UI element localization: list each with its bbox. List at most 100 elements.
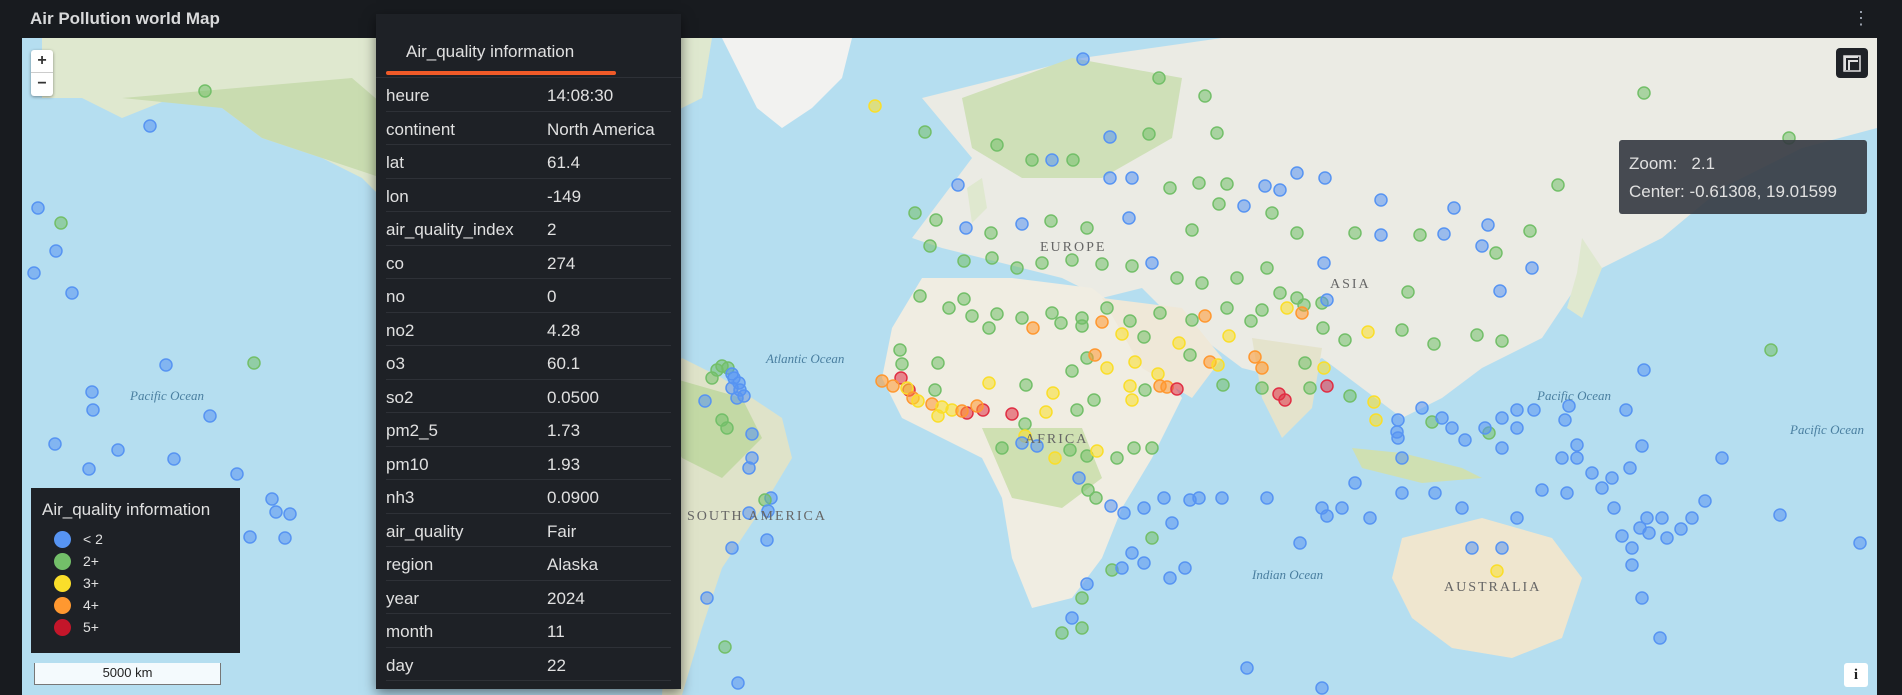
world-map[interactable]: EUROPE ASIA AFRICA SOUTH AMERICA AUSTRAL… bbox=[22, 38, 1877, 695]
zoom-out-button[interactable]: − bbox=[31, 73, 53, 96]
tooltip-key: pm2_5 bbox=[386, 421, 438, 440]
tooltip-value: 1.73 bbox=[547, 421, 581, 440]
panel-header: Air Pollution world Map ⋮ bbox=[0, 0, 1902, 38]
tooltip-value: 14:08:30 bbox=[547, 86, 614, 105]
tooltip-tab-indicator bbox=[386, 71, 616, 75]
tooltip-key: lat bbox=[386, 153, 404, 172]
zoom-label: Zoom: bbox=[1629, 154, 1678, 173]
tooltip-header: Air_quality information bbox=[376, 14, 681, 78]
tooltip-row: o3 60.1 bbox=[386, 346, 671, 380]
legend-item: < 2 bbox=[42, 528, 229, 550]
vertical-dots-icon[interactable]: ⋮ bbox=[1850, 8, 1872, 30]
legend-swatch bbox=[54, 618, 71, 636]
legend-swatch bbox=[54, 552, 71, 570]
tooltip-row: lon -149 bbox=[386, 179, 671, 212]
zoom-readout-row: Zoom: 2.1 bbox=[1629, 150, 1857, 178]
layer-switch-icon bbox=[1843, 55, 1861, 72]
tooltip-row: no 0 bbox=[386, 279, 671, 313]
tooltip-value: 11 bbox=[547, 622, 565, 641]
tooltip-title[interactable]: Air_quality information bbox=[406, 42, 574, 62]
tooltip-value: -149 bbox=[547, 186, 582, 206]
label-africa: AFRICA bbox=[1025, 432, 1088, 447]
tooltip-row: so2 0.0500 bbox=[386, 380, 671, 413]
tooltip-row: lat 61.4 bbox=[386, 145, 671, 179]
legend-label: 3+ bbox=[83, 575, 99, 591]
legend-swatch bbox=[54, 596, 71, 614]
zoom-control: + − bbox=[31, 50, 53, 96]
tooltip-value: 0.0900 bbox=[547, 488, 599, 507]
tooltip-rows: heure 14:08:30 continent North America lat 61… bbox=[376, 78, 681, 681]
layer-switch-button[interactable] bbox=[1836, 48, 1868, 78]
tooltip-key: day bbox=[386, 655, 414, 675]
tooltip-value: 2024 bbox=[547, 588, 585, 608]
label-atlantic-ocean: Atlantic Ocean bbox=[765, 351, 844, 366]
tooltip-value: Fair bbox=[547, 521, 577, 541]
tooltip-row: pm10 1.93 bbox=[386, 447, 671, 480]
legend-label: < 2 bbox=[83, 531, 103, 547]
label-pacific-ocean-far-east: Pacific Ocean bbox=[1789, 422, 1864, 437]
center-readout-row: Center: -0.61308, 19.01599 bbox=[1629, 178, 1857, 206]
tooltip-key: air_quality bbox=[386, 521, 464, 541]
tooltip-row: day 22 bbox=[386, 648, 671, 681]
zoom-center-readout: Zoom: 2.1 Center: -0.61308, 19.01599 bbox=[1619, 140, 1867, 214]
tooltip-key: lon bbox=[386, 186, 409, 206]
label-australia: AUSTRALIA bbox=[1444, 580, 1541, 595]
tooltip-row: co 274 bbox=[386, 246, 671, 279]
tooltip-value: 1.93 bbox=[547, 454, 581, 474]
tooltip-key: no2 bbox=[386, 320, 415, 340]
legend-title: Air_quality information bbox=[42, 500, 211, 519]
tooltip-row: pm2_5 1.73 bbox=[386, 413, 671, 447]
label-indian-ocean: Indian Ocean bbox=[1251, 567, 1323, 582]
tooltip-key: so2 bbox=[386, 387, 414, 407]
legend-item: 4+ bbox=[42, 594, 229, 616]
tooltip-row: month 11 bbox=[386, 614, 671, 648]
legend: Air_quality information < 2 2+ 3+ 4+ 5+ bbox=[31, 488, 240, 653]
label-south-america: SOUTH AMERICA bbox=[687, 509, 827, 524]
tooltip-key: year bbox=[386, 588, 420, 608]
info-button[interactable]: i bbox=[1844, 663, 1868, 687]
tooltip-key: region bbox=[386, 555, 434, 574]
tooltip-value: 0.0500 bbox=[547, 387, 599, 407]
place-labels-layer: EUROPE ASIA AFRICA SOUTH AMERICA AUSTRAL… bbox=[129, 240, 1864, 595]
tooltip-row: no2 4.28 bbox=[386, 313, 671, 346]
label-pacific-ocean-east: Pacific Ocean bbox=[1536, 388, 1611, 403]
legend-label: 2+ bbox=[83, 553, 99, 569]
tooltip-key: nh3 bbox=[386, 488, 415, 507]
tooltip-value: 22 bbox=[547, 655, 566, 675]
label-europe: EUROPE bbox=[1040, 240, 1106, 255]
tooltip-value: 61.4 bbox=[547, 153, 581, 172]
label-asia: ASIA bbox=[1330, 277, 1371, 292]
legend-item: 2+ bbox=[42, 550, 229, 572]
legend-label: 5+ bbox=[83, 619, 99, 635]
legend-swatch bbox=[54, 574, 71, 592]
tooltip-value: Alaska bbox=[547, 555, 599, 574]
legend-swatch bbox=[54, 530, 71, 548]
tooltip-row: nh3 0.0900 bbox=[386, 480, 671, 514]
tooltip-row: air_quality Fair bbox=[386, 514, 671, 547]
panel-title: Air Pollution world Map bbox=[30, 9, 220, 28]
scale-bar: 5000 km bbox=[34, 663, 221, 685]
tooltip-key: continent bbox=[386, 119, 455, 139]
tooltip-key: air_quality_index bbox=[386, 220, 514, 239]
zoom-value: 2.1 bbox=[1691, 154, 1715, 173]
tooltip-row: region Alaska bbox=[386, 547, 671, 581]
tooltip-key: no bbox=[386, 287, 405, 306]
center-value: -0.61308, 19.01599 bbox=[1689, 182, 1837, 201]
tooltip-value: 4.28 bbox=[547, 320, 581, 340]
tooltip-key: month bbox=[386, 622, 434, 641]
tooltip-value: 60.1 bbox=[547, 354, 581, 373]
tooltip-value: North America bbox=[547, 119, 655, 139]
data-tooltip: Air_quality information heure 14:08:30 con… bbox=[376, 14, 681, 689]
tooltip-value: 2 bbox=[547, 220, 557, 239]
legend-label: 4+ bbox=[83, 597, 99, 613]
legend-item: 3+ bbox=[42, 572, 229, 594]
center-label: Center: bbox=[1629, 182, 1685, 201]
zoom-in-button[interactable]: + bbox=[31, 50, 53, 73]
tooltip-value: 0 bbox=[547, 287, 557, 306]
label-pacific-ocean-west: Pacific Ocean bbox=[129, 388, 204, 403]
tooltip-row: year 2024 bbox=[386, 581, 671, 614]
tooltip-value: 274 bbox=[547, 253, 576, 273]
tooltip-row: continent North America bbox=[386, 112, 671, 145]
tooltip-row: air_quality_index 2 bbox=[386, 212, 671, 246]
tooltip-key: pm10 bbox=[386, 454, 429, 474]
